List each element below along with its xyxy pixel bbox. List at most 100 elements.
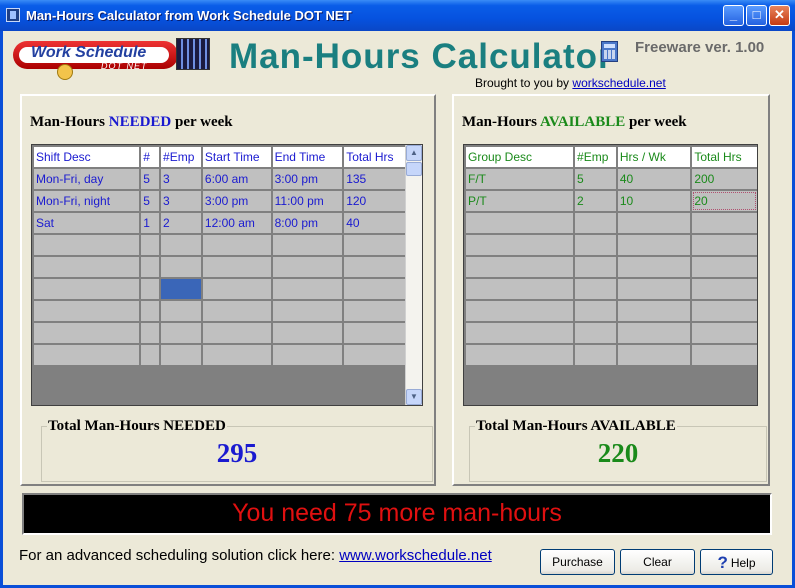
needed-cell[interactable] xyxy=(200,343,273,367)
available-cell[interactable]: 200 xyxy=(690,167,757,191)
minimize-button[interactable]: _ xyxy=(723,5,744,26)
needed-scrollbar[interactable]: ▲ ▼ xyxy=(405,145,422,405)
needed-cell[interactable] xyxy=(139,233,162,257)
needed-cell[interactable] xyxy=(342,233,407,257)
available-cell[interactable] xyxy=(615,343,693,367)
needed-table-row[interactable] xyxy=(32,255,407,279)
needed-cell[interactable]: 2 xyxy=(159,211,203,235)
needed-cell[interactable]: 120 xyxy=(342,189,407,213)
needed-cell[interactable] xyxy=(342,255,407,279)
available-cell[interactable] xyxy=(615,233,693,257)
needed-cell[interactable] xyxy=(159,321,203,345)
needed-cell[interactable] xyxy=(270,233,345,257)
available-cell[interactable] xyxy=(690,255,757,279)
available-cell[interactable] xyxy=(573,211,618,235)
needed-grid[interactable]: Shift Desc # #Emp Start Time End Time Total H… xyxy=(31,144,423,406)
available-cell[interactable] xyxy=(573,321,618,345)
needed-cell[interactable]: 8:00 pm xyxy=(270,211,345,235)
needed-cell[interactable] xyxy=(200,299,273,323)
needed-cell[interactable] xyxy=(200,321,273,345)
available-grid[interactable]: Group Desc #Emp Hrs / Wk Total Hrs F/T 5 40 200… xyxy=(463,144,758,406)
available-cell[interactable] xyxy=(573,277,618,301)
available-cell[interactable] xyxy=(615,299,693,323)
available-table-row[interactable] xyxy=(464,277,757,301)
needed-cell[interactable] xyxy=(32,299,142,323)
needed-cell[interactable] xyxy=(342,277,407,301)
needed-cell[interactable] xyxy=(200,233,273,257)
available-cell[interactable] xyxy=(690,233,757,257)
scroll-up-button[interactable]: ▲ xyxy=(406,145,422,161)
needed-cell[interactable]: Sat xyxy=(32,211,142,235)
needed-table-row[interactable] xyxy=(32,321,407,345)
title-bar[interactable]: Man-Hours Calculator from Work Schedule … xyxy=(0,0,795,31)
available-cell[interactable] xyxy=(690,321,757,345)
maximize-button[interactable]: □ xyxy=(746,5,767,26)
needed-cell[interactable] xyxy=(139,321,162,345)
available-cell[interactable] xyxy=(464,211,576,235)
needed-cell[interactable]: 5 xyxy=(139,167,162,191)
needed-table-row[interactable] xyxy=(32,299,407,323)
available-table-row[interactable] xyxy=(464,255,757,279)
clear-button[interactable]: Clear xyxy=(620,549,695,575)
needed-cell[interactable] xyxy=(342,299,407,323)
needed-cell[interactable] xyxy=(139,343,162,367)
available-table-row[interactable] xyxy=(464,233,757,257)
needed-cell[interactable] xyxy=(159,255,203,279)
needed-cell[interactable]: 3 xyxy=(159,189,203,213)
available-table-row[interactable] xyxy=(464,343,757,367)
close-button[interactable]: ✕ xyxy=(769,5,790,26)
available-cell[interactable] xyxy=(464,321,576,345)
available-cell[interactable]: P/T xyxy=(464,189,576,213)
needed-cell[interactable] xyxy=(270,277,345,301)
available-cell[interactable] xyxy=(573,255,618,279)
available-cell[interactable] xyxy=(615,321,693,345)
scroll-thumb[interactable] xyxy=(406,162,422,176)
available-cell[interactable]: F/T xyxy=(464,167,576,191)
needed-cell[interactable] xyxy=(342,321,407,345)
help-button[interactable]: ? Help xyxy=(700,549,773,575)
needed-table[interactable]: Shift Desc # #Emp Start Time End Time Total H… xyxy=(32,145,407,367)
available-cell[interactable]: 2 xyxy=(573,189,618,213)
needed-cell[interactable] xyxy=(200,255,273,279)
needed-cell[interactable] xyxy=(32,277,142,301)
footer-link[interactable]: www.workschedule.net xyxy=(339,547,492,564)
needed-cell[interactable] xyxy=(32,343,142,367)
needed-cell[interactable]: Mon-Fri, night xyxy=(32,189,142,213)
available-cell[interactable] xyxy=(690,299,757,323)
available-table-row[interactable]: F/T 5 40 200 xyxy=(464,167,757,191)
needed-cell[interactable] xyxy=(139,299,162,323)
available-table-row[interactable]: P/T 2 10 20 xyxy=(464,189,757,213)
needed-cell[interactable]: Mon-Fri, day xyxy=(32,167,142,191)
available-table-row[interactable] xyxy=(464,211,757,235)
available-cell[interactable]: 40 xyxy=(615,167,693,191)
needed-cell[interactable]: 3:00 pm xyxy=(270,167,345,191)
focused-cell[interactable]: 20 xyxy=(690,189,757,213)
available-cell[interactable] xyxy=(615,211,693,235)
needed-cell[interactable]: 6:00 am xyxy=(200,167,273,191)
available-cell[interactable] xyxy=(464,299,576,323)
available-table[interactable]: Group Desc #Emp Hrs / Wk Total Hrs F/T 5 40 200… xyxy=(464,145,757,367)
needed-cell[interactable] xyxy=(270,321,345,345)
app-icon[interactable] xyxy=(6,8,20,22)
available-cell[interactable]: 10 xyxy=(615,189,693,213)
available-cell[interactable] xyxy=(615,255,693,279)
needed-cell[interactable]: 1 xyxy=(139,211,162,235)
needed-cell[interactable] xyxy=(32,233,142,257)
needed-table-row[interactable]: Mon-Fri, night 5 3 3:00 pm 11:00 pm 120 xyxy=(32,189,407,213)
purchase-button[interactable]: Purchase xyxy=(540,549,615,575)
needed-table-row[interactable] xyxy=(32,233,407,257)
available-cell[interactable] xyxy=(464,277,576,301)
needed-table-row[interactable]: Sat 1 2 12:00 am 8:00 pm 40 xyxy=(32,211,407,235)
selected-cell[interactable] xyxy=(159,277,203,301)
available-cell[interactable] xyxy=(690,211,757,235)
needed-cell[interactable] xyxy=(159,299,203,323)
needed-cell[interactable] xyxy=(159,343,203,367)
needed-cell[interactable] xyxy=(270,255,345,279)
needed-cell[interactable] xyxy=(270,299,345,323)
needed-cell[interactable] xyxy=(32,321,142,345)
needed-cell[interactable] xyxy=(32,255,142,279)
available-cell[interactable]: 5 xyxy=(573,167,618,191)
scroll-down-button[interactable]: ▼ xyxy=(406,389,422,405)
available-cell[interactable] xyxy=(573,343,618,367)
needed-cell[interactable] xyxy=(270,343,345,367)
